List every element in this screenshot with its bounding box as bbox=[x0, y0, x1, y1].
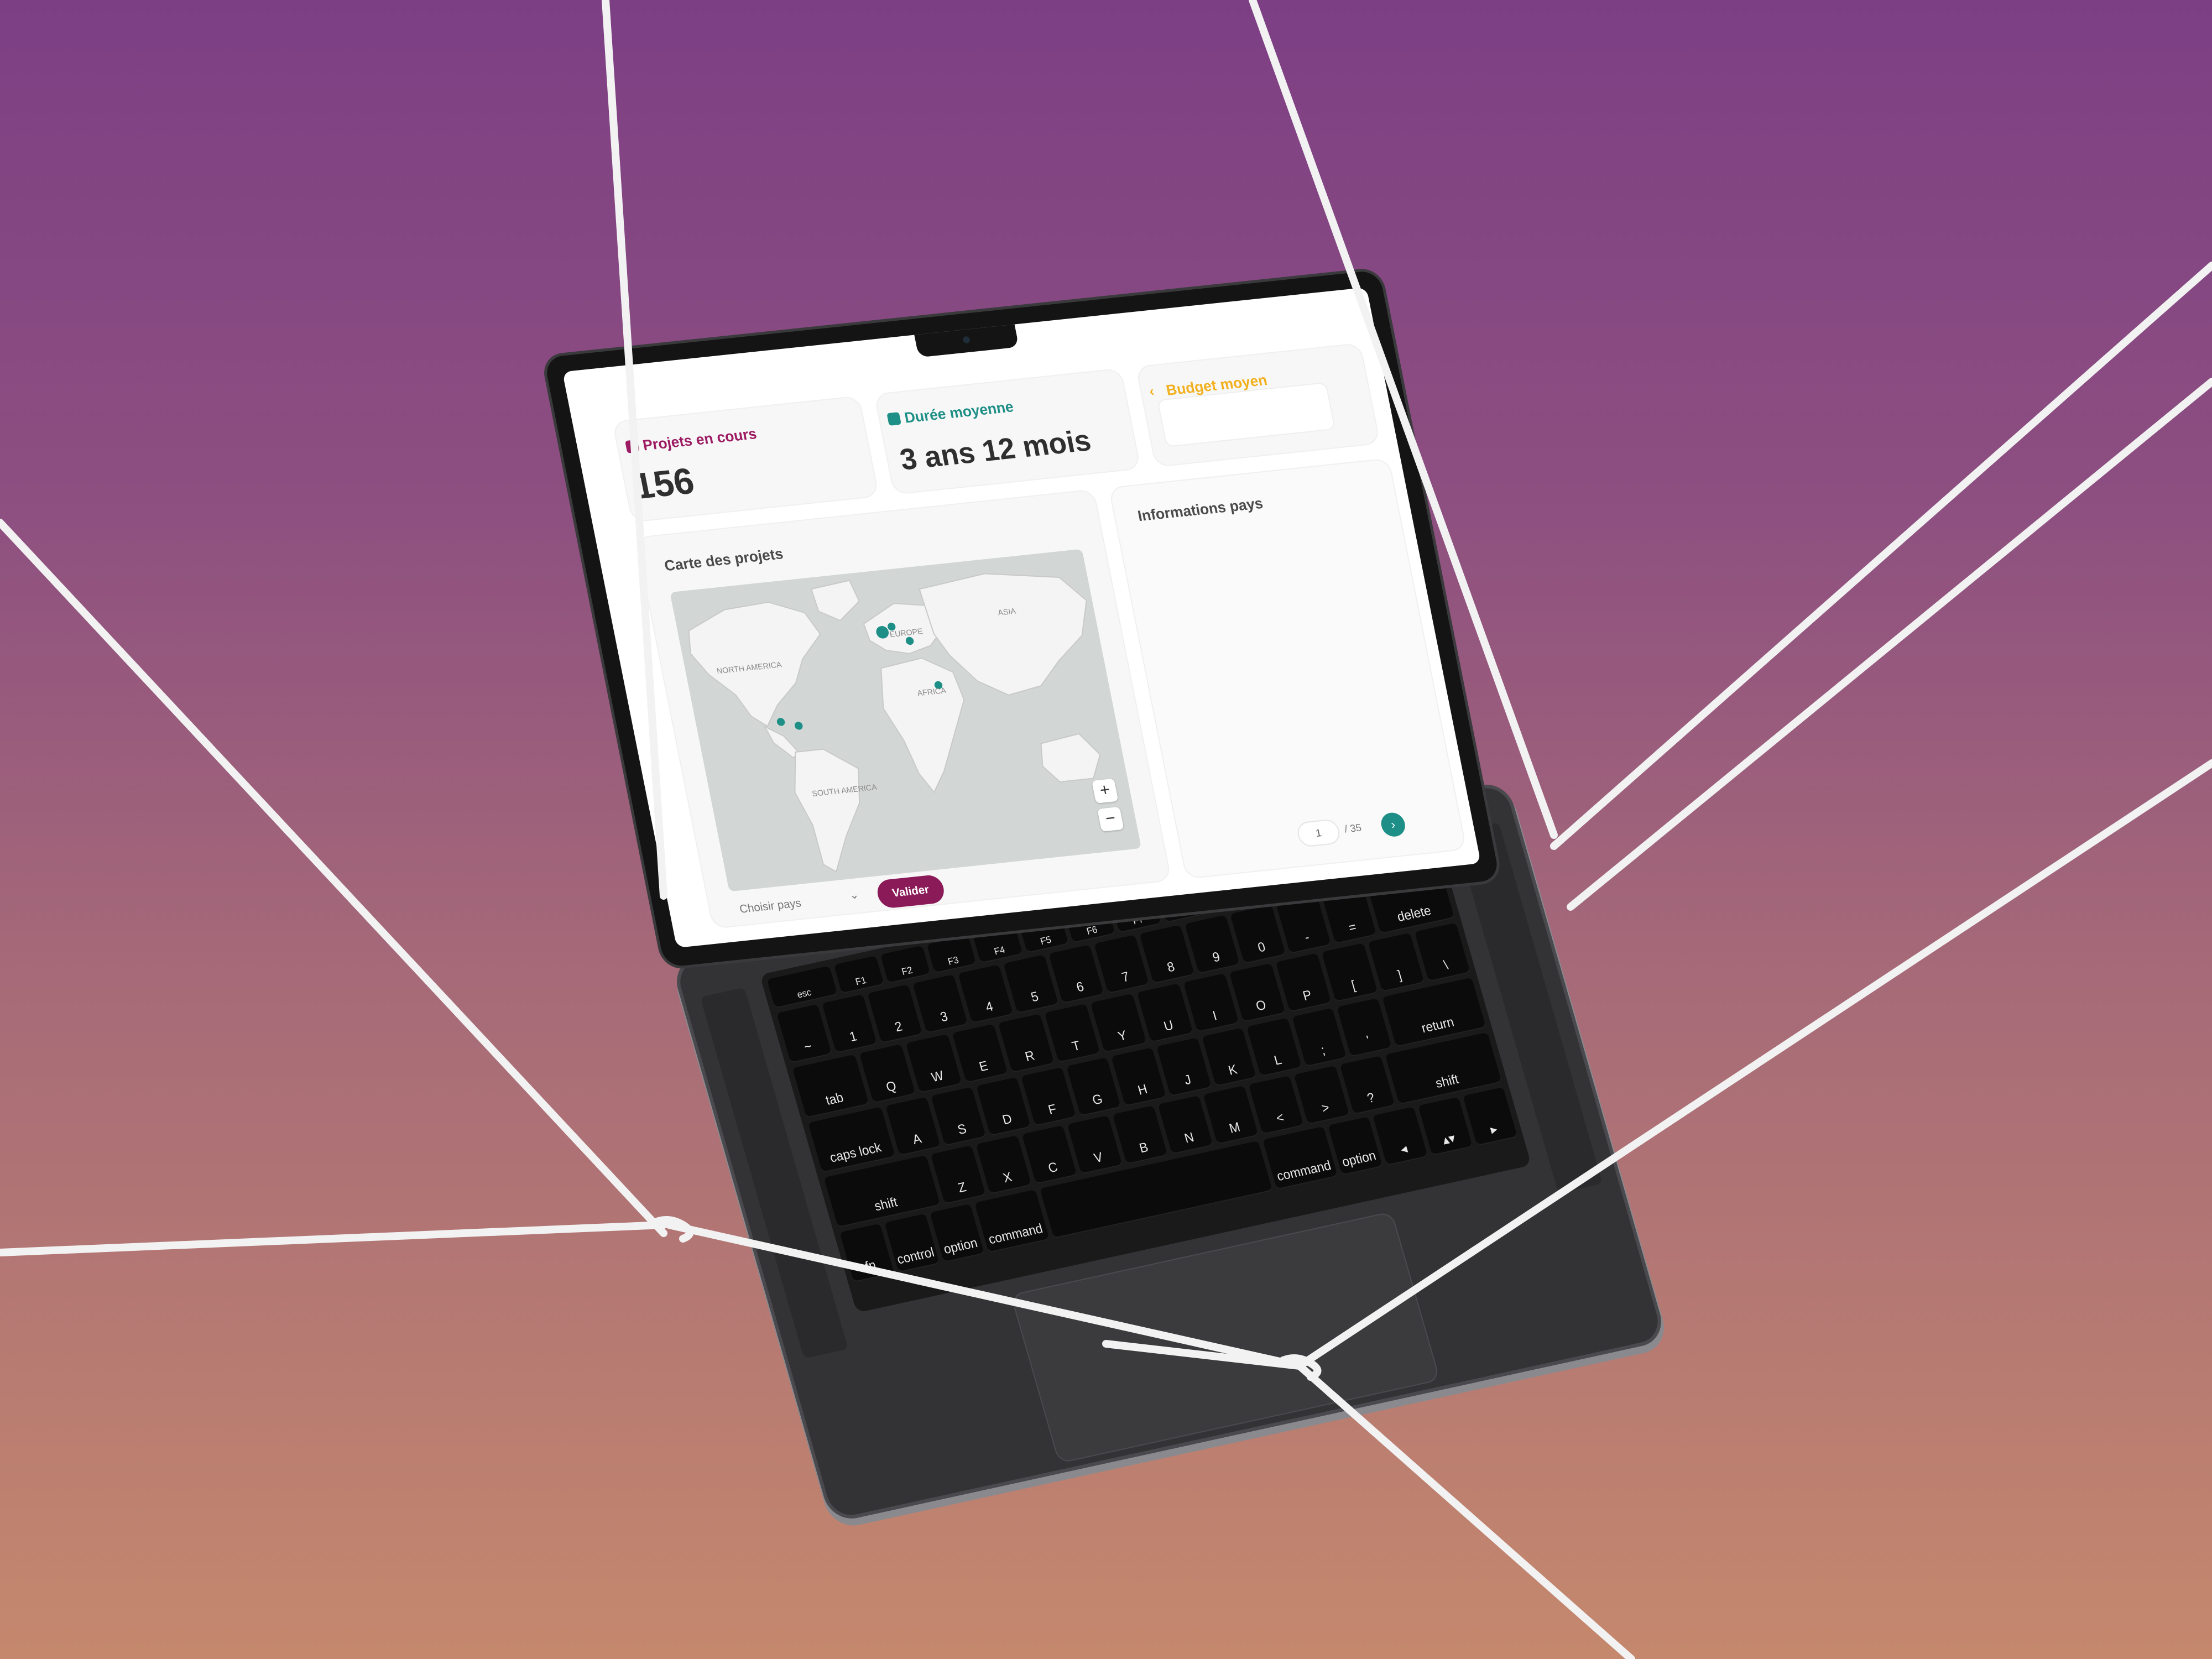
world-map[interactable]: NORTH AMERICA EUROPE ASIA AFRICA SOUTH A… bbox=[670, 549, 1142, 892]
key[interactable]: command bbox=[974, 1190, 1050, 1253]
page-number-input[interactable]: 1 bbox=[1295, 818, 1342, 848]
world-map-svg: NORTH AMERICA EUROPE ASIA AFRICA SOUTH A… bbox=[670, 549, 1142, 892]
key[interactable]: G bbox=[1066, 1057, 1121, 1117]
key[interactable]: D bbox=[975, 1077, 1031, 1136]
key[interactable]: R bbox=[998, 1014, 1055, 1073]
key[interactable]: P bbox=[1275, 953, 1332, 1013]
key[interactable]: ' bbox=[1337, 998, 1392, 1057]
key[interactable]: < bbox=[1248, 1075, 1305, 1135]
key[interactable]: ▸ bbox=[1462, 1087, 1518, 1146]
key[interactable]: 7 bbox=[1094, 935, 1150, 994]
key[interactable]: > bbox=[1294, 1065, 1350, 1125]
key[interactable]: 5 bbox=[1003, 954, 1059, 1014]
key[interactable]: fn bbox=[839, 1223, 895, 1283]
key[interactable]: F1 bbox=[834, 955, 884, 994]
key[interactable]: ◂ bbox=[1373, 1107, 1428, 1166]
key[interactable]: ▴▾ bbox=[1417, 1097, 1473, 1156]
key[interactable]: 8 bbox=[1139, 925, 1195, 984]
zoom-in-button[interactable]: + bbox=[1092, 778, 1119, 804]
key[interactable]: ~ bbox=[776, 1004, 832, 1063]
key[interactable]: U bbox=[1136, 983, 1193, 1043]
key[interactable]: L bbox=[1246, 1018, 1302, 1077]
key[interactable]: command bbox=[1262, 1126, 1338, 1190]
key[interactable]: 9 bbox=[1185, 915, 1240, 974]
kpi-card-duration: Durée moyenne 3 ans 12 mois bbox=[873, 368, 1141, 495]
key[interactable]: B bbox=[1112, 1105, 1168, 1165]
next-page-button[interactable]: › bbox=[1379, 811, 1407, 838]
key[interactable]: O bbox=[1229, 963, 1286, 1022]
coin-icon: ‹ bbox=[1148, 383, 1156, 400]
key[interactable]: ? bbox=[1339, 1056, 1395, 1115]
key[interactable]: 3 bbox=[912, 974, 968, 1034]
key[interactable]: W bbox=[905, 1034, 962, 1094]
region-label: ASIA bbox=[997, 607, 1017, 618]
laptop: escF1F2F3F4F5F6F7F8F9F10F11F12⏻~12345678… bbox=[0, 0, 2212, 1659]
zoom-out-button[interactable]: − bbox=[1097, 806, 1124, 832]
key[interactable]: option bbox=[1328, 1117, 1383, 1176]
key[interactable]: C bbox=[1021, 1125, 1077, 1185]
country-select[interactable]: Choisir pays bbox=[731, 885, 864, 922]
kpi-card-projects: Projets en cours 156 bbox=[612, 395, 880, 523]
key[interactable]: option bbox=[929, 1203, 984, 1263]
key[interactable]: 2 bbox=[867, 984, 923, 1044]
key[interactable]: E bbox=[952, 1024, 1008, 1083]
key[interactable]: tab bbox=[792, 1054, 870, 1118]
map-panel: Carte des projets NORTH AMERICA EUROPE A… bbox=[635, 489, 1172, 930]
key[interactable]: H bbox=[1111, 1047, 1167, 1107]
country-info-title: Informations pays bbox=[1136, 494, 1265, 525]
key[interactable]: 4 bbox=[958, 964, 1014, 1024]
key[interactable]: Q bbox=[859, 1044, 916, 1104]
key[interactable]: T bbox=[1044, 1003, 1101, 1063]
kpi-card-budget: ‹ Budget moyen bbox=[1135, 342, 1381, 468]
key[interactable]: F bbox=[1021, 1067, 1077, 1126]
laptop-lid: Projets en cours 156 Durée moyenne 3 ans… bbox=[544, 270, 1500, 968]
key[interactable]: N bbox=[1157, 1095, 1213, 1155]
pagination: 1 / 35 › bbox=[1295, 805, 1451, 849]
key[interactable]: caps lock bbox=[808, 1107, 896, 1173]
key[interactable]: ; bbox=[1292, 1008, 1347, 1067]
key[interactable]: 1 bbox=[822, 994, 878, 1053]
key[interactable]: X bbox=[976, 1135, 1032, 1194]
key[interactable]: ] bbox=[1368, 932, 1425, 993]
page-total: / 35 bbox=[1343, 821, 1363, 835]
kpi-projects-value: 156 bbox=[630, 460, 698, 507]
briefcase-icon bbox=[625, 439, 640, 453]
key[interactable]: control bbox=[884, 1213, 940, 1273]
country-info-panel: Informations pays 1 / 35 › bbox=[1108, 457, 1467, 879]
key[interactable]: 6 bbox=[1048, 945, 1104, 1004]
scene: escF1F2F3F4F5F6F7F8F9F10F11F12⏻~12345678… bbox=[0, 0, 2212, 1659]
key[interactable]: Y bbox=[1091, 993, 1147, 1053]
key[interactable]: F2 bbox=[880, 945, 931, 984]
map-panel-title: Carte des projets bbox=[662, 545, 785, 575]
kpi-duration-value: 3 ans 12 mois bbox=[897, 424, 1094, 477]
key[interactable]: [ bbox=[1322, 943, 1378, 1003]
kpi-projects-label: Projets en cours bbox=[641, 425, 758, 454]
key[interactable]: S bbox=[931, 1087, 986, 1146]
key[interactable]: I bbox=[1183, 973, 1239, 1033]
submit-button[interactable]: Valider bbox=[875, 874, 947, 909]
key[interactable]: V bbox=[1067, 1115, 1123, 1175]
key[interactable]: J bbox=[1156, 1037, 1212, 1097]
key[interactable]: \ bbox=[1414, 922, 1470, 982]
key[interactable]: M bbox=[1203, 1085, 1259, 1145]
key[interactable]: 0 bbox=[1230, 905, 1286, 964]
screen: Projets en cours 156 Durée moyenne 3 ans… bbox=[562, 287, 1481, 948]
key[interactable]: Z bbox=[931, 1145, 987, 1204]
key[interactable]: F3 bbox=[926, 935, 977, 974]
key[interactable]: - bbox=[1275, 895, 1331, 954]
key[interactable]: K bbox=[1201, 1027, 1257, 1087]
key[interactable]: A bbox=[885, 1097, 941, 1156]
kpi-duration-label: Durée moyenne bbox=[902, 398, 1015, 426]
calendar-icon bbox=[886, 412, 901, 426]
